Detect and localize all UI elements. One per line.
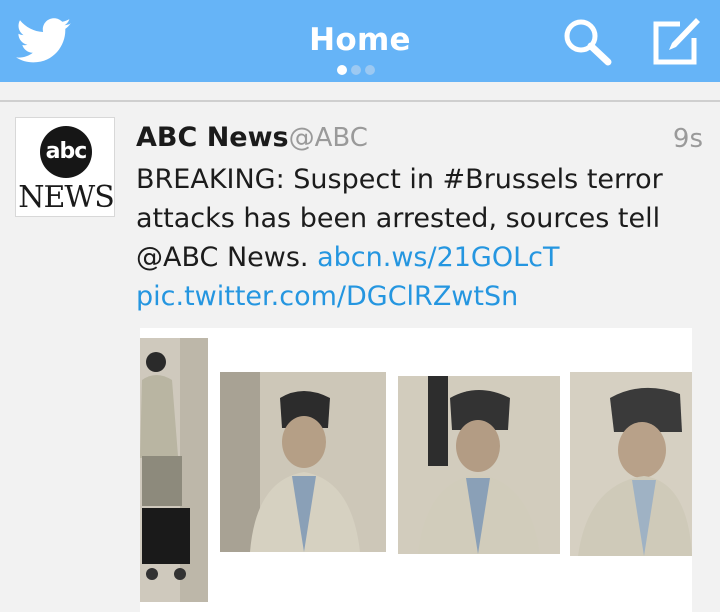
- tweet-media-image[interactable]: [140, 328, 692, 612]
- avatar[interactable]: abc NEWS: [15, 117, 115, 217]
- page-dot: [351, 65, 361, 75]
- tweet-media-link[interactable]: pic.twitter.com/DGClRZwtSn: [136, 281, 518, 312]
- surveillance-photo-4: [570, 372, 692, 556]
- surveillance-photo-2: [220, 372, 386, 552]
- author-name[interactable]: ABC News: [136, 122, 289, 153]
- page-indicator: [337, 65, 375, 75]
- timeline-divider: [0, 100, 720, 102]
- tweet-text: BREAKING: Suspect in #Brussels terror at…: [136, 160, 706, 316]
- surveillance-photo-1: [140, 338, 208, 602]
- tweet-author[interactable]: ABC News@ABC: [136, 122, 368, 153]
- surveillance-photo-3: [398, 376, 560, 554]
- compose-icon[interactable]: [650, 16, 702, 68]
- page-dot-active: [337, 65, 347, 75]
- page-dot: [365, 65, 375, 75]
- news-logo-text: NEWS: [18, 180, 115, 215]
- abc-logo: abc: [40, 126, 92, 178]
- search-icon[interactable]: [560, 16, 618, 68]
- tweet-link[interactable]: abcn.ws/21GOLcT: [317, 242, 559, 273]
- tweet-timestamp: 9s: [672, 124, 703, 154]
- author-handle[interactable]: @ABC: [289, 123, 368, 153]
- top-navigation-bar: Home: [0, 0, 720, 82]
